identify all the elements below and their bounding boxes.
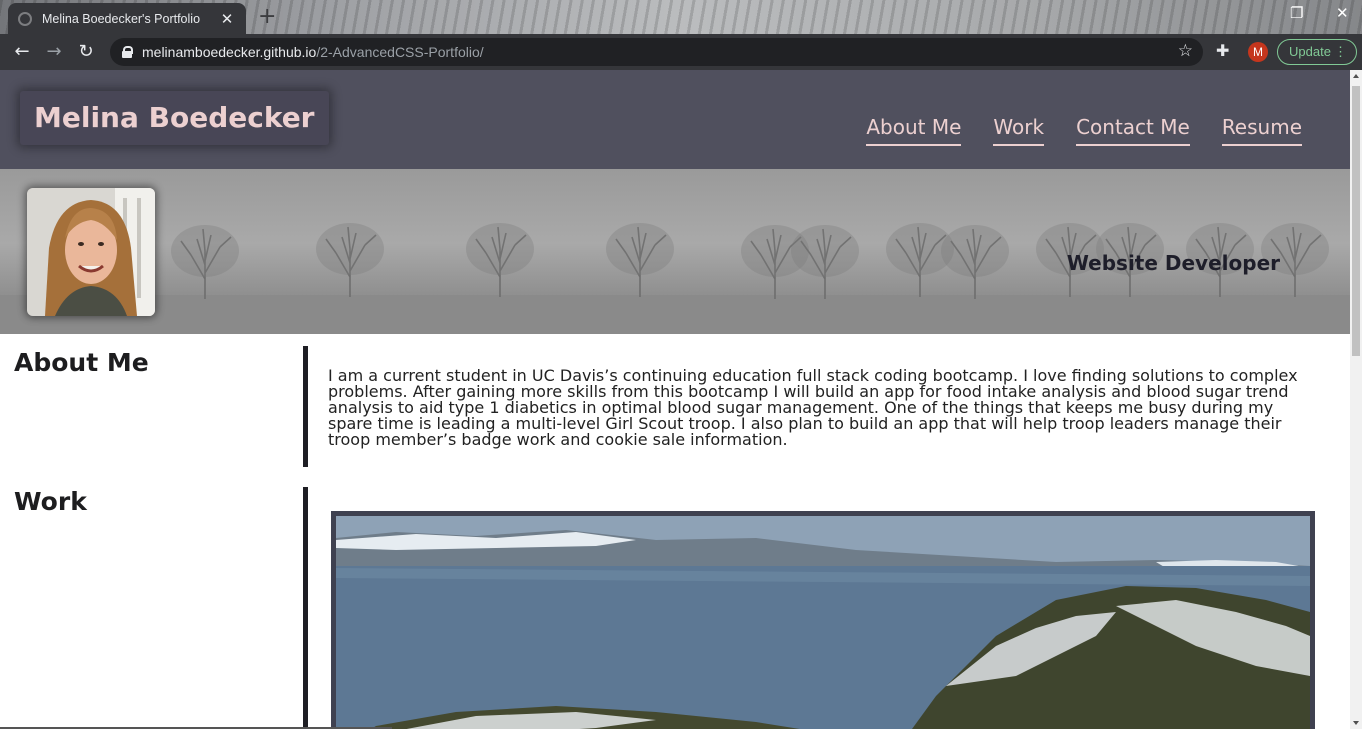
bookmark-star-icon[interactable]: ☆ <box>1178 41 1193 61</box>
scroll-up-arrow-icon[interactable] <box>1353 74 1359 78</box>
url-host: melinamboedecker.github.io <box>142 44 317 60</box>
section-divider <box>303 487 308 729</box>
section-divider <box>303 346 308 467</box>
browser-tab[interactable]: Melina Boedecker's Portfolio ✕ <box>8 3 246 34</box>
url-path: /2-AdvancedCSS-Portfolio/ <box>316 44 484 60</box>
tab-close-icon[interactable]: ✕ <box>218 10 236 28</box>
nav-link-resume[interactable]: Resume <box>1221 114 1302 146</box>
work-section: Work <box>0 485 1350 729</box>
scrollbar-thumb[interactable] <box>1352 86 1360 356</box>
about-text: I am a current student in UC Davis’s con… <box>328 366 1298 449</box>
hero-banner: Website Developer <box>0 169 1350 334</box>
about-heading: About Me <box>14 348 149 377</box>
nav-link-about[interactable]: About Me <box>866 114 962 146</box>
forward-icon[interactable]: → <box>42 41 66 63</box>
browser-tab-strip: Melina Boedecker's Portfolio ✕ + ❐ ✕ <box>0 0 1362 34</box>
nav-link-work[interactable]: Work <box>993 114 1045 146</box>
close-window-icon[interactable]: ✕ <box>1336 4 1349 22</box>
hero-tagline: Website Developer <box>1066 251 1280 275</box>
profile-photo <box>27 188 155 316</box>
lake-tahoe-image <box>336 516 1310 729</box>
address-bar[interactable]: melinamboedecker.github.io /2-AdvancedCS… <box>110 38 1203 66</box>
about-section: About Me I am a current student in UC Da… <box>0 334 1350 469</box>
profile-avatar[interactable]: M <box>1248 42 1268 62</box>
scroll-down-arrow-icon[interactable] <box>1353 721 1359 725</box>
work-project-image[interactable] <box>331 511 1315 729</box>
extensions-puzzle-icon[interactable]: ✚ <box>1216 41 1229 60</box>
nav-link-contact[interactable]: Contact Me <box>1076 114 1190 146</box>
back-icon[interactable]: ← <box>10 41 34 63</box>
browser-toolbar: ← → ↻ melinamboedecker.github.io /2-Adva… <box>0 34 1362 70</box>
update-button-label: Update <box>1289 44 1331 59</box>
tab-title: Melina Boedecker's Portfolio <box>42 11 201 26</box>
loading-favicon-icon <box>18 11 32 26</box>
menu-dots-icon[interactable]: ⋮ <box>1334 40 1347 64</box>
site-header: Melina Boedecker About Me Work Contact M… <box>0 70 1350 169</box>
page-viewport: Melina Boedecker About Me Work Contact M… <box>0 70 1350 729</box>
main-nav: About Me Work Contact Me Resume <box>866 114 1302 146</box>
work-heading: Work <box>14 487 87 516</box>
lock-icon <box>122 46 133 58</box>
restore-window-icon[interactable]: ❐ <box>1290 4 1303 22</box>
new-tab-button[interactable]: + <box>258 4 276 29</box>
site-brand: Melina Boedecker <box>20 91 329 145</box>
update-button[interactable]: Update ⋮ <box>1277 39 1357 65</box>
page-scrollbar[interactable] <box>1350 70 1362 729</box>
reload-icon[interactable]: ↻ <box>74 41 98 63</box>
